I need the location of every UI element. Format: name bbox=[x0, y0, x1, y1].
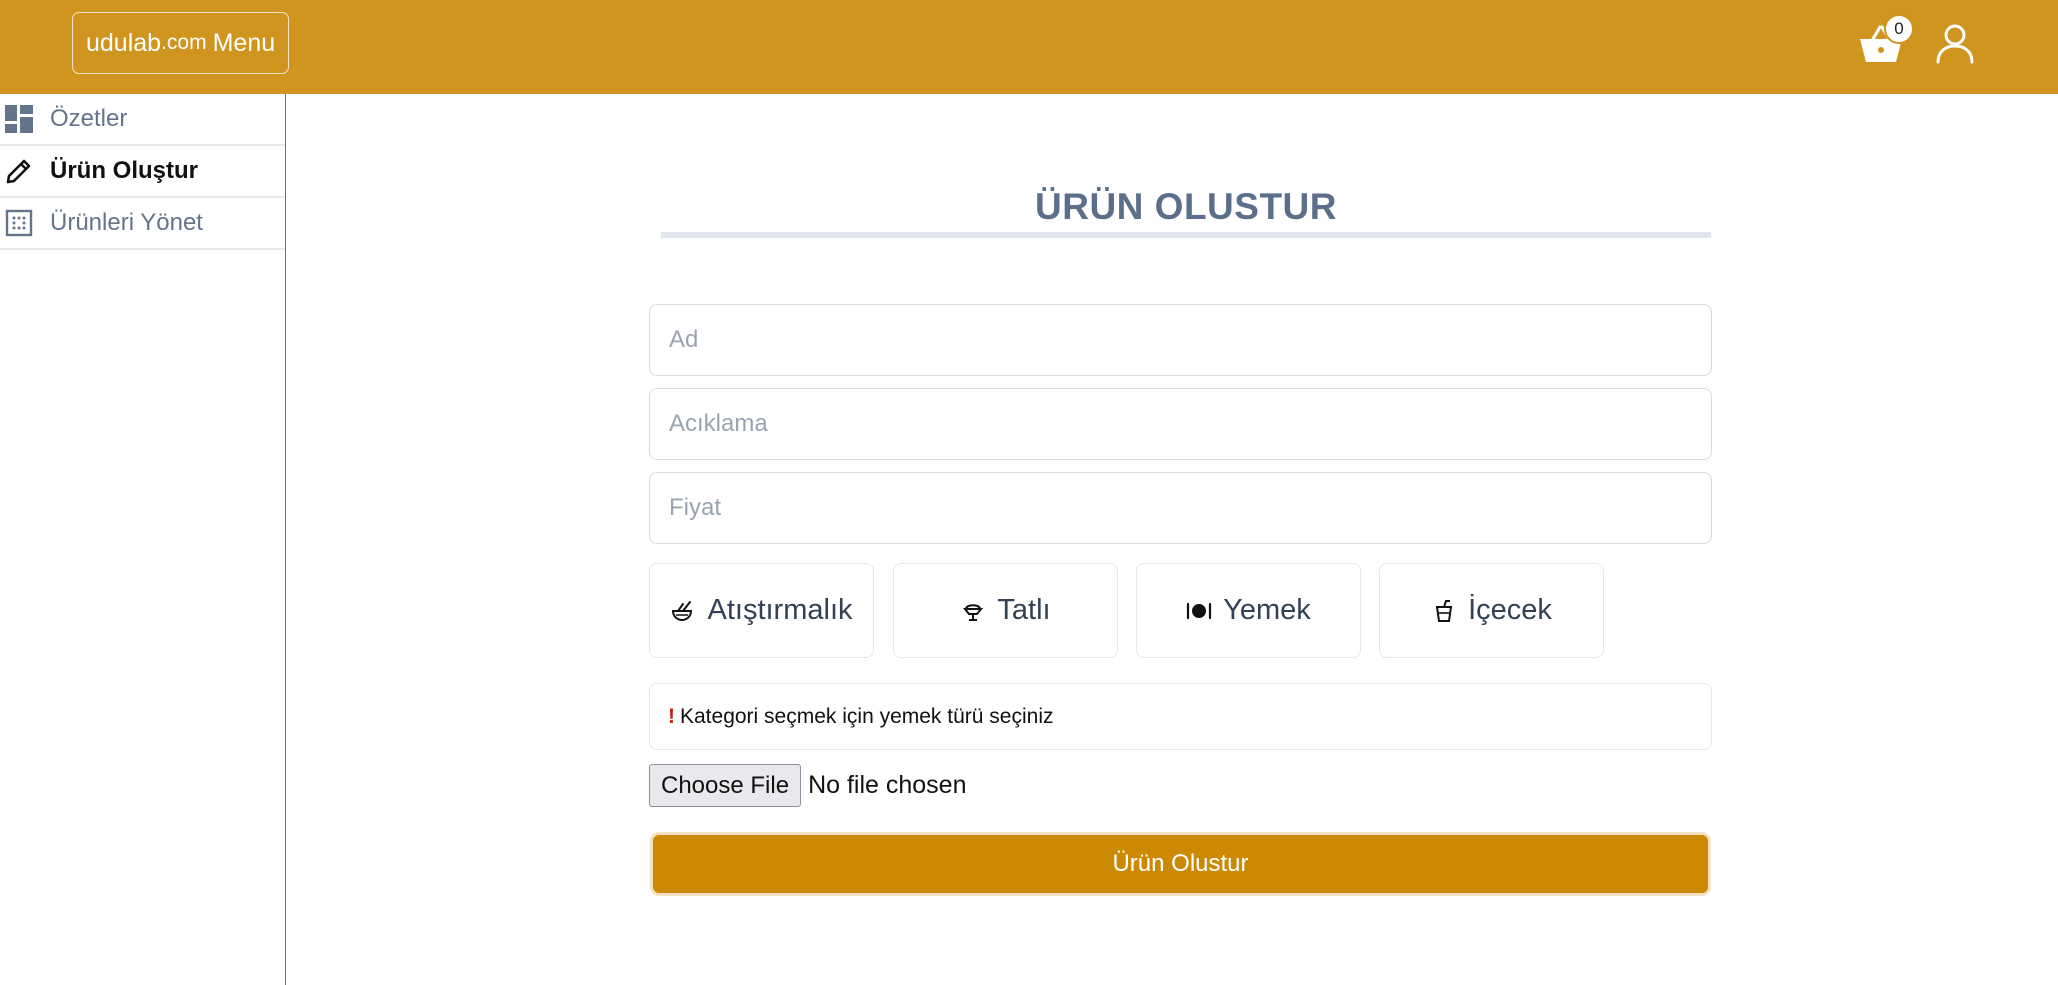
grid-dots-icon bbox=[4, 208, 34, 238]
title-divider bbox=[661, 232, 1711, 238]
top-bar: udulab .com Menu 0 bbox=[0, 0, 2058, 94]
pencil-icon bbox=[4, 156, 34, 186]
sidebar: Özetler Ürün Oluştur Ürünleri Yönet bbox=[0, 94, 286, 985]
warning-mark: ! bbox=[668, 704, 675, 728]
brand-domain: .com bbox=[161, 31, 207, 54]
ice-cream-icon bbox=[960, 598, 986, 624]
sidebar-item-ozetler[interactable]: Özetler bbox=[0, 94, 285, 146]
dashboard-icon bbox=[4, 104, 34, 134]
file-status: No file chosen bbox=[808, 771, 967, 799]
user-icon[interactable] bbox=[1934, 22, 1976, 64]
page-title: ÜRÜN OLUSTUR bbox=[1035, 186, 1337, 227]
category-button-atistirmalik[interactable]: Atıştırmalık bbox=[649, 563, 874, 658]
file-upload: Choose File No file chosen bbox=[649, 764, 967, 807]
description-input[interactable] bbox=[649, 388, 1712, 460]
category-label: Atıştırmalık bbox=[707, 594, 853, 626]
sidebar-item-urunleri-yonet[interactable]: Ürünleri Yönet bbox=[0, 198, 285, 250]
create-product-button[interactable]: Ürün Olustur bbox=[650, 832, 1711, 896]
choose-file-button[interactable]: Choose File bbox=[649, 764, 802, 807]
hint-text: Kategori seçmek için yemek türü seçiniz bbox=[680, 704, 1054, 728]
sidebar-item-label: Özetler bbox=[50, 105, 128, 132]
plate-cutlery-icon bbox=[1186, 598, 1212, 624]
category-button-icecek[interactable]: İçecek bbox=[1379, 563, 1604, 658]
snack-bowl-icon bbox=[670, 598, 696, 624]
price-input[interactable] bbox=[649, 472, 1712, 544]
sidebar-item-label: Ürünleri Yönet bbox=[50, 209, 203, 236]
category-label: Yemek bbox=[1223, 594, 1311, 626]
sidebar-item-urun-olustur[interactable]: Ürün Oluştur bbox=[0, 146, 285, 198]
category-button-tatli[interactable]: Tatlı bbox=[893, 563, 1118, 658]
cart-count-badge: 0 bbox=[1884, 14, 1914, 44]
category-label: İçecek bbox=[1468, 594, 1552, 626]
drink-cup-icon bbox=[1431, 598, 1457, 624]
brand-menu-label: Menu bbox=[212, 28, 276, 57]
brand-menu-button[interactable]: udulab .com Menu bbox=[72, 12, 290, 74]
sidebar-item-label: Ürün Oluştur bbox=[50, 157, 198, 184]
app-root: udulab .com Menu 0 Özetler Ürün Oluştur … bbox=[0, 0, 2058, 985]
brand-name: udulab bbox=[86, 28, 162, 57]
name-input[interactable] bbox=[649, 304, 1712, 376]
category-button-yemek[interactable]: Yemek bbox=[1136, 563, 1361, 658]
category-label: Tatlı bbox=[997, 594, 1051, 626]
category-hint: ! Kategori seçmek için yemek türü seçini… bbox=[649, 683, 1712, 750]
